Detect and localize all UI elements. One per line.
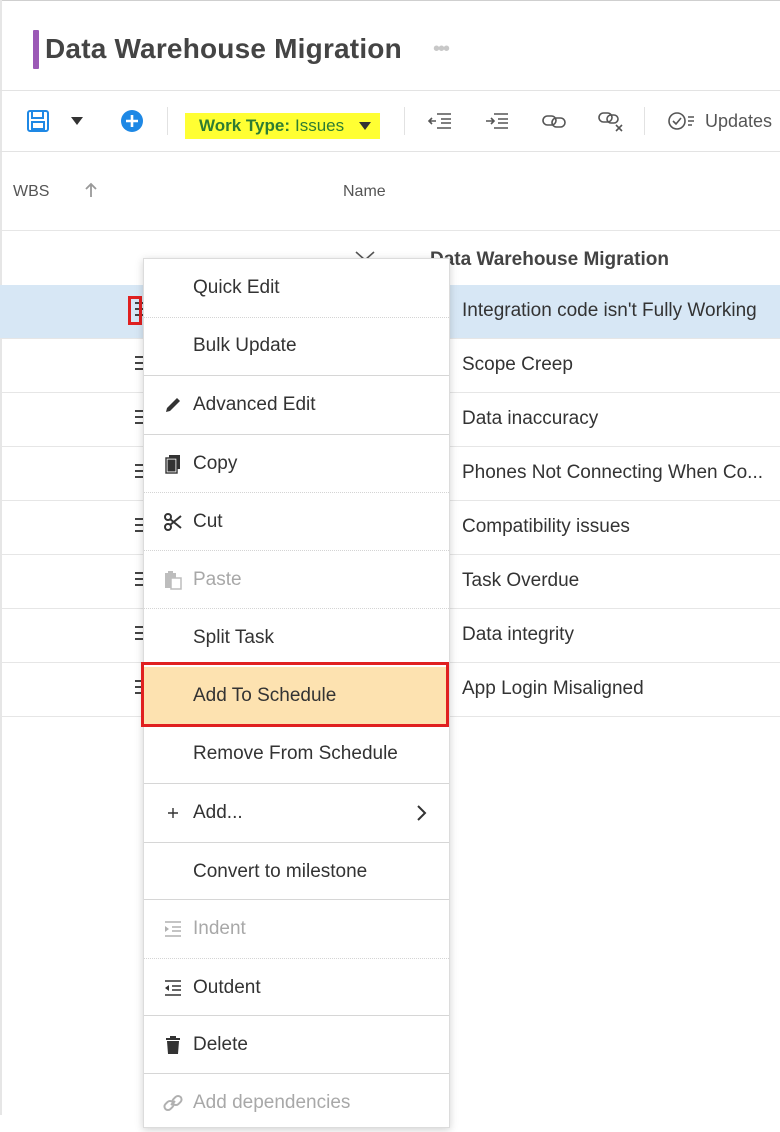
menu-item-label: Split Task	[193, 627, 274, 648]
menu-item-label: Remove From Schedule	[193, 743, 398, 764]
menu-item-add-dependencies[interactable]: Add dependencies	[144, 1074, 449, 1132]
updates-label: Updates	[705, 110, 773, 131]
dropdown-caret-icon	[71, 117, 83, 125]
toolbar-divider	[404, 107, 405, 135]
menu-item-advanced-edit[interactable]: Advanced Edit	[144, 376, 449, 434]
menu-item-indent[interactable]: Indent	[144, 900, 449, 958]
toolbar-divider	[644, 107, 645, 135]
header-divider	[0, 230, 780, 231]
scissors-icon	[162, 511, 184, 533]
outdent-icon	[162, 977, 184, 999]
row-name[interactable]: App Login Misaligned	[462, 678, 644, 700]
column-header-wbs[interactable]: WBS	[13, 183, 49, 201]
chevron-right-icon	[417, 805, 427, 821]
outdent-button[interactable]	[424, 91, 456, 151]
dropdown-caret-icon	[359, 122, 372, 130]
sort-up-icon[interactable]	[84, 181, 98, 199]
menu-item-split-task[interactable]: Split Task	[144, 609, 449, 667]
menu-item-label: Outdent	[193, 977, 261, 998]
pencil-icon	[162, 394, 184, 416]
row-name[interactable]: Scope Creep	[462, 354, 573, 376]
column-header-name[interactable]: Name	[343, 183, 386, 201]
top-border	[0, 0, 780, 1]
title-more-menu[interactable]: •••	[433, 38, 450, 61]
parent-row-name[interactable]: Data Warehouse Migration	[430, 249, 669, 271]
menu-item-label: Quick Edit	[193, 277, 280, 298]
unlink-button[interactable]	[595, 91, 627, 151]
work-type-key: Work Type:	[199, 116, 290, 135]
menu-item-label: Bulk Update	[193, 335, 297, 356]
menu-item-quick-edit[interactable]: Quick Edit	[144, 259, 449, 317]
add-circle-icon	[121, 110, 143, 132]
save-options-dropdown[interactable]	[64, 91, 90, 151]
unlink-icon	[598, 112, 623, 132]
menu-item-label: Paste	[193, 569, 242, 590]
menu-item-label: Indent	[193, 918, 246, 939]
menu-item-label: Advanced Edit	[193, 394, 316, 415]
menu-item-label: Add...	[193, 802, 243, 823]
trash-icon	[162, 1034, 184, 1056]
menu-item-paste[interactable]: Paste	[144, 551, 449, 609]
title-accent-bar	[33, 30, 39, 69]
menu-item-add[interactable]: Add...	[144, 784, 449, 842]
add-to-schedule-annotation	[141, 662, 449, 727]
plus-icon	[162, 802, 184, 824]
link-button[interactable]	[538, 91, 570, 151]
menu-item-label: Convert to milestone	[193, 861, 368, 882]
menu-item-remove-from-schedule[interactable]: Remove From Schedule	[144, 725, 449, 783]
paste-icon	[162, 569, 184, 591]
save-button[interactable]	[22, 91, 54, 151]
indent-icon	[486, 113, 508, 129]
updates-button[interactable]: Updates	[667, 91, 780, 151]
indent-icon	[162, 918, 184, 940]
menu-item-copy[interactable]: Copy	[144, 435, 449, 493]
menu-item-cut[interactable]: Cut	[144, 493, 449, 551]
updates-check-icon	[668, 112, 694, 130]
row-name[interactable]: Task Overdue	[462, 570, 579, 592]
row-name[interactable]: Phones Not Connecting When Co...	[462, 462, 763, 484]
link-icon	[162, 1092, 184, 1114]
menu-item-outdent[interactable]: Outdent	[144, 959, 449, 1017]
toolbar: Work Type: Issues Updates	[0, 90, 780, 152]
page-title: Data Warehouse Migration	[45, 33, 402, 64]
menu-item-label: Copy	[193, 453, 238, 474]
row-name[interactable]: Data integrity	[462, 624, 574, 646]
menu-item-label: Add dependencies	[193, 1092, 351, 1113]
menu-item-label: Delete	[193, 1034, 248, 1055]
copy-icon	[162, 453, 184, 475]
selected-handle-annotation	[128, 296, 142, 325]
link-icon	[542, 115, 566, 128]
toolbar-divider	[167, 107, 168, 135]
add-button[interactable]	[117, 91, 147, 151]
menu-item-bulk-update[interactable]: Bulk Update	[144, 317, 449, 375]
work-type-value: Issues	[295, 116, 345, 135]
save-icon	[27, 110, 49, 132]
menu-item-label: Cut	[193, 511, 223, 532]
menu-item-convert-to-milestone[interactable]: Convert to milestone	[144, 843, 449, 901]
outdent-icon	[427, 113, 451, 129]
work-type-dropdown[interactable]: Work Type: Issues	[185, 113, 380, 139]
row-name[interactable]: Compatibility issues	[462, 516, 630, 538]
row-name[interactable]: Integration code isn't Fully Working	[462, 300, 757, 322]
indent-button[interactable]	[481, 91, 513, 151]
menu-item-delete[interactable]: Delete	[144, 1016, 449, 1074]
row-name[interactable]: Data inaccuracy	[462, 408, 598, 430]
